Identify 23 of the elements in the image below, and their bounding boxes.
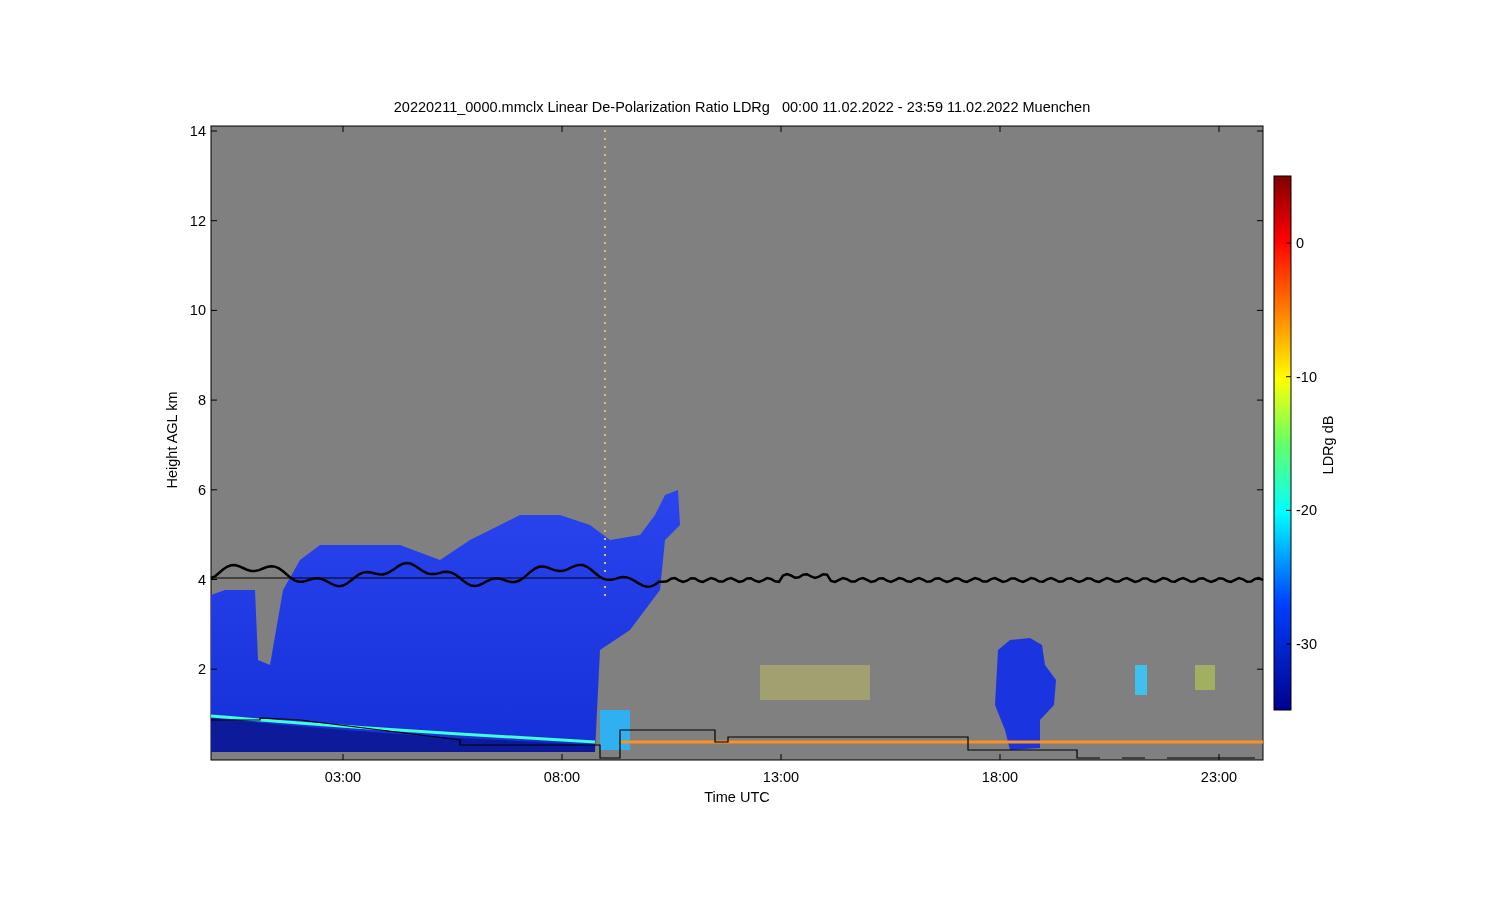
y-tick-label: 6 (197, 481, 206, 498)
colorbar-label: LDRg dB (1320, 415, 1336, 475)
echo-patch (600, 710, 630, 750)
x-tick-label: 18:00 (981, 769, 1019, 785)
y-tick-label: 4 (197, 571, 206, 588)
y-tick-label: 12 (189, 212, 206, 229)
x-tick-label: 08:00 (543, 769, 581, 785)
colorbar-tick-label: -30 (1296, 636, 1317, 653)
colorbar-tick-label: 0 (1296, 235, 1305, 251)
echo-patch (1135, 665, 1147, 695)
x-tick-label: 23:00 (1200, 769, 1238, 785)
echo-patch (1195, 665, 1215, 690)
chart-title: 20220211_0000.mmclx Linear De-Polarization Ratio LDRg 00:00 11.02.2022 - 23:59 11.02.2022 Muenchen (393, 99, 1091, 115)
x-tick-label: 13:00 (762, 769, 800, 785)
colorbar-tick-label: -10 (1296, 368, 1317, 385)
x-axis-label: Time UTC (704, 789, 770, 805)
x-tick-label: 03:00 (324, 769, 362, 785)
y-tick-label: 8 (197, 392, 206, 409)
y-tick-label: 2 (197, 661, 206, 678)
y-tick-label: 10 (189, 302, 206, 319)
y-axis-label: Height AGL km (164, 391, 180, 489)
colorbar-tick-label: -20 (1296, 502, 1317, 519)
y-tick-label: 14 (189, 123, 206, 139)
